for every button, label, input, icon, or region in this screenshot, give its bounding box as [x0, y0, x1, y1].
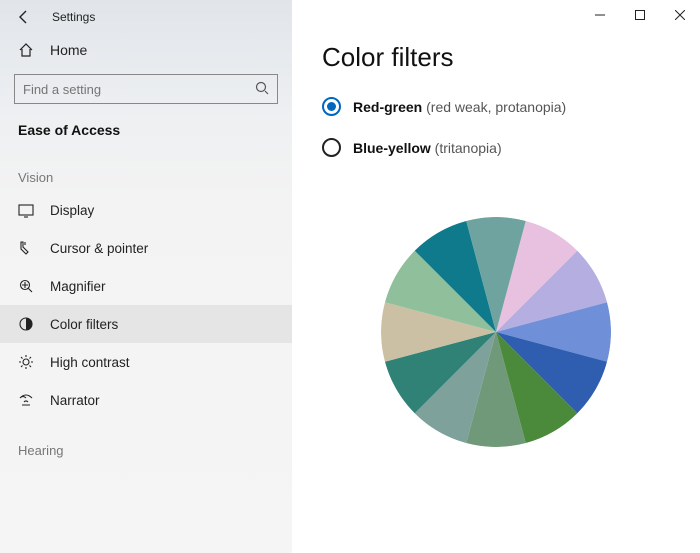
sidebar-item-high-contrast[interactable]: High contrast: [0, 343, 292, 381]
sidebar-item-label: Cursor & pointer: [50, 241, 148, 256]
sidebar-item-label: High contrast: [50, 355, 130, 370]
sidebar-item-label: Narrator: [50, 393, 100, 408]
sidebar-item-label: Color filters: [50, 317, 118, 332]
sidebar-item-label: Display: [50, 203, 94, 218]
sidebar-item-narrator[interactable]: Narrator: [0, 381, 292, 419]
close-button[interactable]: [660, 0, 700, 30]
maximize-button[interactable]: [620, 0, 660, 30]
radio-option-red-green[interactable]: Red-green (red weak, protanopia): [292, 91, 700, 122]
sidebar-item-display[interactable]: Display: [0, 191, 292, 229]
settings-sidebar: Settings Home Ease of Access Vision Disp…: [0, 0, 292, 553]
cursor-pointer-icon: [18, 240, 36, 256]
radio-icon: [322, 138, 341, 157]
sidebar-group-vision: Vision: [0, 158, 292, 191]
radio-label: Blue-yellow (tritanopia): [353, 140, 502, 156]
color-filters-icon: [18, 316, 36, 332]
back-button[interactable]: [8, 1, 40, 33]
minimize-icon: [595, 10, 605, 20]
radio-icon: [322, 97, 341, 116]
home-icon: [18, 42, 36, 58]
color-wheel-preview: [381, 217, 611, 447]
search-input[interactable]: [14, 74, 278, 104]
sidebar-item-magnifier[interactable]: Magnifier: [0, 267, 292, 305]
narrator-icon: [18, 392, 36, 408]
window-title: Settings: [52, 10, 95, 24]
sidebar-item-label: Magnifier: [50, 279, 106, 294]
maximize-icon: [635, 10, 645, 20]
magnifier-icon: [18, 278, 36, 294]
close-icon: [675, 10, 685, 20]
sidebar-home[interactable]: Home: [0, 34, 292, 66]
sidebar-item-color-filters[interactable]: Color filters: [0, 305, 292, 343]
sidebar-category: Ease of Access: [0, 118, 292, 158]
radio-label: Red-green (red weak, protanopia): [353, 99, 566, 115]
arrow-left-icon: [16, 9, 32, 25]
radio-option-blue-yellow[interactable]: Blue-yellow (tritanopia): [292, 132, 700, 163]
sidebar-home-label: Home: [50, 42, 87, 58]
high-contrast-icon: [18, 354, 36, 370]
search-icon: [254, 80, 270, 101]
minimize-button[interactable]: [580, 0, 620, 30]
sidebar-group-hearing: Hearing: [0, 419, 292, 464]
main-panel: Color filters Red-green (red weak, prota…: [292, 0, 700, 553]
sidebar-item-cursor-pointer[interactable]: Cursor & pointer: [0, 229, 292, 267]
display-icon: [18, 202, 36, 218]
